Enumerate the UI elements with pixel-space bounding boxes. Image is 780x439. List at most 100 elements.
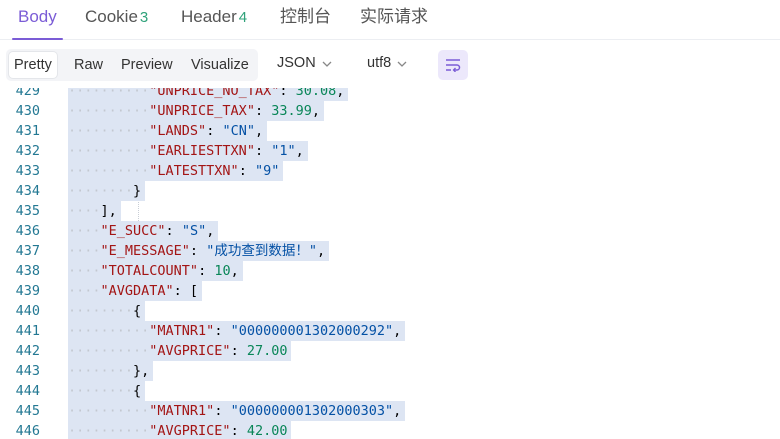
line-number: 432 — [15, 143, 40, 159]
code-line: 440 ········{ — [0, 301, 780, 321]
code-line: 433 ··········"LATESTTXN": "9" — [0, 161, 780, 181]
json-key: "AVGPRICE" — [149, 423, 231, 439]
json-string: "CN" — [222, 123, 255, 139]
code-text: ··········"AVGPRICE": 27.00 — [68, 341, 292, 361]
json-punct: { — [133, 303, 142, 319]
response-body-code[interactable]: 429 ··········"UNPRICE_NO_TAX": 30.08, 430… — [0, 88, 780, 439]
json-punct: , — [311, 103, 320, 119]
json-string: "S" — [181, 223, 207, 239]
tab-header[interactable]: Header 4 — [181, 0, 247, 39]
code-line: 443 ········}, — [0, 361, 780, 381]
json-string: "000000001302000303" — [230, 403, 394, 419]
json-punct: : — [206, 123, 223, 139]
encoding-value: utf8 — [367, 55, 392, 71]
tab-body[interactable]: Body — [12, 0, 63, 40]
json-number: 30.08 — [295, 88, 337, 99]
tab-header-label: Header — [181, 7, 237, 26]
json-key: "LATESTTXN" — [149, 163, 239, 179]
code-text: ··········"MATNR1": "000000001302000292"… — [68, 321, 406, 341]
whitespace-dots: ·········· — [68, 403, 150, 419]
code-text: ··········"MATNR1": "000000001302000303"… — [68, 401, 406, 421]
code-line: 430 ··········"UNPRICE_TAX": 33.99, — [0, 101, 780, 121]
tab-actual-request[interactable]: 实际请求 — [360, 0, 428, 39]
line-number: 442 — [15, 343, 40, 359]
whitespace-dots: ·········· — [68, 88, 150, 99]
code-line: 432 ··········"EARLIESTTXN": "1", — [0, 141, 780, 161]
json-punct: : — [198, 263, 215, 279]
whitespace-dots: ········ — [68, 303, 134, 319]
json-key: "UNPRICE_NO_TAX" — [149, 88, 280, 99]
json-punct: } — [133, 183, 142, 199]
chevron-down-icon — [397, 55, 407, 71]
json-punct: ], — [100, 203, 117, 219]
json-punct: , — [336, 88, 345, 99]
line-number: 439 — [15, 283, 40, 299]
response-tabs: Body Cookie 3 Header 4 控制台 实际请求 — [0, 0, 780, 40]
view-pretty-button[interactable]: Pretty — [9, 52, 57, 78]
view-preview-button[interactable]: Preview — [116, 52, 178, 78]
code-line: 434 ········} — [0, 181, 780, 201]
json-punct: { — [133, 383, 142, 399]
code-line: 441 ··········"MATNR1": "0000000013020002… — [0, 321, 780, 341]
json-punct: , — [254, 123, 264, 139]
json-punct: : — [230, 423, 247, 439]
json-punct: , — [316, 243, 326, 259]
json-punct: : — [230, 343, 247, 359]
whitespace-dots: ···· — [68, 283, 101, 299]
line-number: 445 — [15, 403, 40, 419]
line-number: 435 — [15, 203, 40, 219]
code-text: ········{ — [68, 301, 146, 321]
tab-cookie[interactable]: Cookie 3 — [85, 0, 148, 39]
code-text: ········} — [68, 181, 146, 201]
code-line: 438 ····"TOTALCOUNT": 10, — [0, 261, 780, 281]
json-punct: , — [393, 323, 402, 339]
whitespace-dots: ········ — [68, 363, 134, 379]
json-punct: : — [279, 88, 296, 99]
code-text: ····"TOTALCOUNT": 10, — [68, 261, 243, 281]
whitespace-dots: ·········· — [68, 103, 150, 119]
tab-console[interactable]: 控制台 — [280, 0, 331, 39]
format-dropdown[interactable]: JSON — [277, 55, 332, 71]
cookie-count-badge: 3 — [139, 9, 149, 26]
wrap-lines-button[interactable] — [438, 50, 468, 80]
whitespace-dots: ·········· — [68, 343, 150, 359]
header-count-badge: 4 — [238, 9, 248, 26]
code-line: 444 ········{ — [0, 381, 780, 401]
code-line: 435 ····], — [0, 201, 780, 221]
whitespace-dots: ···· — [68, 263, 101, 279]
view-raw-button[interactable]: Raw — [69, 52, 108, 78]
view-visualize-button[interactable]: Visualize — [186, 52, 254, 78]
code-text: ··········"LANDS": "CN", — [68, 121, 268, 141]
code-line: 439 ····"AVGDATA": [ — [0, 281, 780, 301]
json-number: 10 — [214, 263, 231, 279]
code-line: 442 ··········"AVGPRICE": 27.00 — [0, 341, 780, 361]
json-string: "9" — [254, 163, 280, 179]
code-text: ··········"UNPRICE_TAX": 33.99, — [68, 101, 324, 121]
json-number: 27.00 — [246, 343, 288, 359]
whitespace-dots: ·········· — [68, 163, 150, 179]
whitespace-dots: ·········· — [68, 123, 150, 139]
code-text: ········{ — [68, 381, 146, 401]
json-number: 42.00 — [246, 423, 288, 439]
view-mode-switch: Pretty Raw Preview Visualize — [6, 49, 258, 81]
line-number: 437 — [15, 243, 40, 259]
json-key: "EARLIESTTXN" — [149, 143, 255, 159]
wrap-lines-icon — [446, 59, 461, 72]
json-key: "AVGDATA" — [100, 283, 174, 299]
code-text: ····"E_MESSAGE": "成功查到数据！", — [68, 241, 330, 261]
code-text: ····], — [68, 201, 121, 221]
line-number: 429 — [15, 88, 40, 99]
json-punct: : — [254, 143, 272, 159]
encoding-dropdown[interactable]: utf8 — [367, 55, 407, 71]
code-text: ····"AVGDATA": [ — [68, 281, 203, 301]
code-text: ····"E_SUCC": "S", — [68, 221, 219, 241]
whitespace-dots: ·········· — [68, 143, 150, 159]
json-punct: }, — [133, 363, 150, 379]
whitespace-dots: ···· — [68, 203, 101, 219]
whitespace-dots: ·········· — [68, 423, 150, 439]
json-punct: : — [238, 163, 255, 179]
line-number: 446 — [15, 423, 40, 439]
code-text: ··········"UNPRICE_NO_TAX": 30.08, — [68, 88, 349, 101]
line-number: 441 — [15, 323, 40, 339]
json-key: "E_MESSAGE" — [100, 243, 190, 259]
